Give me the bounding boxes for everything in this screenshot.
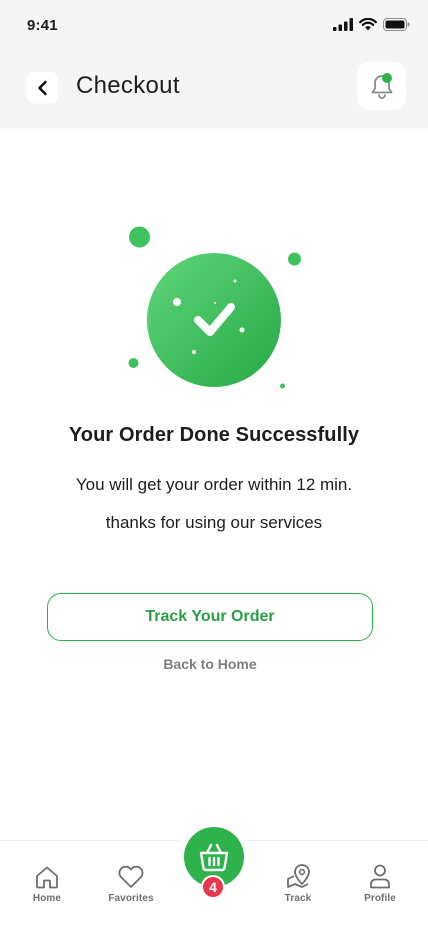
deco-dot [280, 383, 285, 389]
user-icon [370, 864, 390, 889]
sparkle-dot [233, 279, 237, 283]
signal-icon [333, 18, 353, 31]
status-bar: 9:41 [0, 0, 428, 50]
page-title: Checkout [76, 72, 180, 99]
battery-icon [383, 18, 410, 31]
sparkle-dot [173, 298, 181, 306]
heart-icon [118, 865, 144, 888]
nav-label: Favorites [108, 893, 154, 904]
home-icon [36, 866, 58, 889]
basket-icon [199, 843, 229, 872]
deco-dot [129, 226, 150, 248]
nav-track[interactable]: Track [263, 861, 333, 904]
map-pin-icon [287, 864, 310, 888]
nav-label: Home [32, 893, 62, 904]
notifications-button[interactable] [357, 62, 406, 110]
wifi-icon [359, 18, 377, 31]
cart-fab-container: 4 [178, 818, 250, 899]
cart-count-badge: 4 [201, 875, 225, 899]
sparkle-dot [239, 327, 245, 333]
back-button[interactable] [27, 72, 58, 103]
status-icons [333, 18, 410, 31]
nav-label: Track [284, 893, 312, 904]
nav-home[interactable]: Home [12, 861, 82, 904]
nav-profile[interactable]: Profile [345, 861, 415, 904]
sparkle-dot [214, 302, 216, 304]
track-order-button[interactable]: Track Your Order [47, 593, 373, 641]
nav-label: Profile [364, 893, 396, 904]
nav-favorites[interactable]: Favorites [96, 861, 166, 904]
thanks-text: thanks for using our services [105, 513, 323, 532]
chevron-left-icon [37, 80, 47, 95]
success-illustration [128, 226, 301, 389]
back-to-home-link[interactable]: Back to Home [0, 656, 420, 672]
sparkle-dot [192, 350, 196, 354]
top-area: 9:41 Checkout [0, 0, 428, 129]
delivery-time-text: You will get your order within 12 min. [75, 475, 353, 494]
notification-dot [382, 73, 392, 83]
deco-dot [288, 252, 301, 266]
success-headline: Your Order Done Successfully [68, 424, 360, 446]
header: Checkout [0, 60, 428, 116]
status-time: 9:41 [27, 17, 58, 34]
success-circle [147, 253, 281, 387]
deco-dot [128, 358, 139, 368]
